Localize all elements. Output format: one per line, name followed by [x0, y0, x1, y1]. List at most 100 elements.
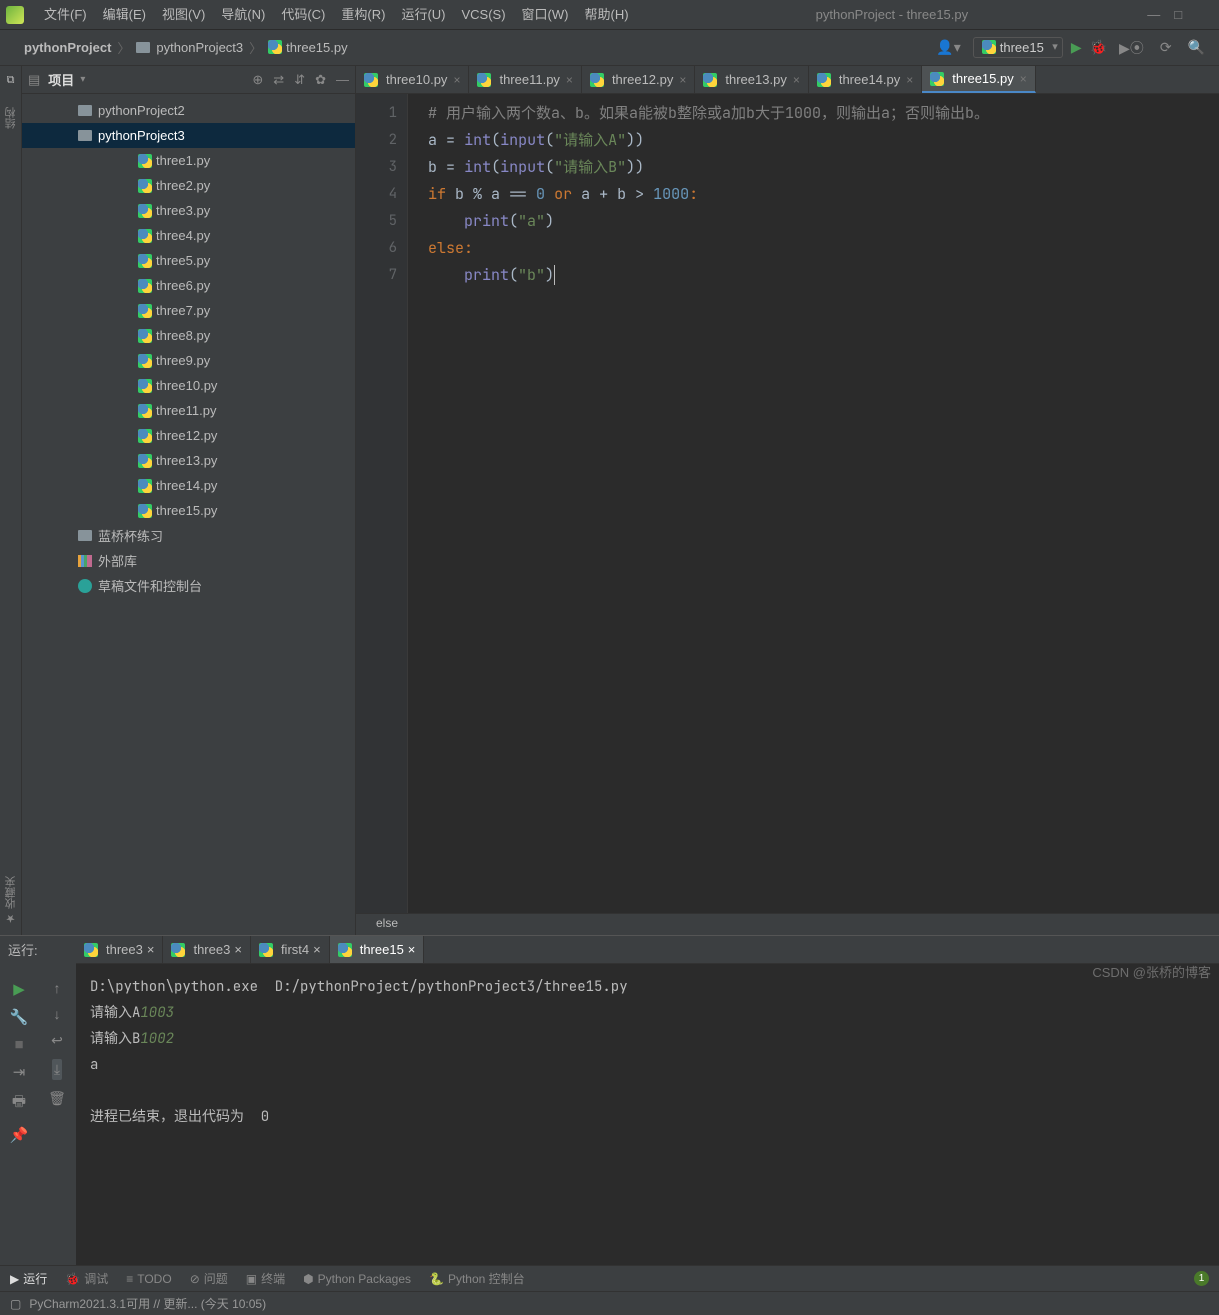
minimize-icon[interactable]: ―: [1147, 7, 1160, 23]
close-tab-icon[interactable]: ×: [904, 73, 913, 87]
maximize-icon[interactable]: □: [1174, 7, 1182, 23]
tree-file[interactable]: three12.py: [22, 423, 355, 448]
run-config-selector[interactable]: three15: [973, 37, 1063, 58]
tree-folder[interactable]: ›蓝桥杯练习: [22, 523, 355, 548]
tree-file[interactable]: three9.py: [22, 348, 355, 373]
crumb-project[interactable]: pythonProject: [20, 40, 115, 55]
project-tool-icon[interactable]: ⧉: [7, 74, 15, 87]
menu-edit[interactable]: 编辑(E): [95, 0, 154, 30]
tree-file[interactable]: three15.py: [22, 498, 355, 523]
menu-navigate[interactable]: 导航(N): [213, 0, 273, 30]
close-tab-icon[interactable]: ×: [564, 73, 573, 87]
run-tab[interactable]: three3×: [163, 936, 250, 963]
bottom-todo-button[interactable]: ≡ TODO: [126, 1272, 171, 1286]
close-tab-icon[interactable]: ×: [147, 942, 155, 957]
settings-icon[interactable]: ✿: [315, 72, 326, 88]
pin-icon[interactable]: 📌: [10, 1126, 29, 1144]
project-tree[interactable]: ›pythonProject2 ⌄pythonProject3 three1.p…: [22, 94, 355, 935]
menu-file[interactable]: 文件(F): [36, 0, 95, 30]
run-console[interactable]: D:\python\python.exe D:/pythonProject/py…: [76, 964, 1219, 1265]
bottom-problems-button[interactable]: ⊘ 问题: [190, 1270, 228, 1287]
menu-code[interactable]: 代码(C): [273, 0, 333, 30]
chevron-down-icon[interactable]: ⌄: [22, 130, 78, 141]
expand-all-icon[interactable]: ⇄: [273, 72, 284, 88]
tree-file[interactable]: three14.py: [22, 473, 355, 498]
wrench-icon[interactable]: 🔧: [10, 1008, 29, 1026]
scroll-end-icon[interactable]: ⤓: [52, 1059, 62, 1080]
chevron-right-icon[interactable]: ›: [22, 105, 78, 116]
rerun-button[interactable]: ▶: [13, 980, 25, 998]
tree-file[interactable]: three8.py: [22, 323, 355, 348]
bottom-debug-button[interactable]: 🐞 调试: [65, 1270, 108, 1287]
close-tab-icon[interactable]: ×: [677, 73, 686, 87]
tree-file[interactable]: three13.py: [22, 448, 355, 473]
chevron-right-icon[interactable]: ›: [22, 555, 78, 566]
bottom-packages-button[interactable]: ⬢ Python Packages: [303, 1272, 411, 1286]
bottom-run-button[interactable]: ▶ 运行: [10, 1270, 47, 1287]
hide-tool-icon[interactable]: —: [336, 72, 349, 88]
debug-button[interactable]: 🐞: [1090, 39, 1107, 56]
code-editor[interactable]: # 用户输入两个数a、b。如果a能被b整除或a加b大于1000，则输出a；否则输…: [408, 94, 989, 913]
tree-file[interactable]: three6.py: [22, 273, 355, 298]
project-view-icon[interactable]: ▤: [28, 72, 40, 88]
clear-icon[interactable]: 🗑: [48, 1090, 66, 1107]
tree-file[interactable]: three11.py: [22, 398, 355, 423]
editor-tab[interactable]: three14.py×: [809, 66, 922, 93]
chevron-right-icon[interactable]: ›: [22, 530, 78, 541]
editor-tab[interactable]: three11.py×: [469, 66, 581, 93]
close-tab-icon[interactable]: ×: [408, 942, 416, 957]
close-tab-icon[interactable]: ×: [451, 73, 460, 87]
tree-file[interactable]: three5.py: [22, 248, 355, 273]
favorites-tool-button[interactable]: ★ 收藏夹: [3, 876, 19, 925]
vcs-user-icon[interactable]: 👤▾: [932, 39, 964, 56]
project-dropdown-icon[interactable]: ▾: [78, 74, 85, 85]
up-icon[interactable]: ↑: [54, 980, 61, 996]
tree-file[interactable]: three4.py: [22, 223, 355, 248]
tool-window-toggle-icon[interactable]: ▢: [10, 1297, 21, 1311]
status-message[interactable]: PyCharm2021.3.1可用 // 更新... (今天 10:05): [29, 1295, 266, 1312]
print-icon[interactable]: 🖶: [12, 1091, 26, 1116]
editor-tab[interactable]: three12.py×: [582, 66, 695, 93]
down-icon[interactable]: ↓: [54, 1006, 61, 1022]
menu-window[interactable]: 窗口(W): [514, 0, 577, 30]
tree-file[interactable]: three2.py: [22, 173, 355, 198]
editor-tab[interactable]: three13.py×: [695, 66, 808, 93]
run-button[interactable]: ▶: [1071, 39, 1082, 56]
menu-vcs[interactable]: VCS(S): [453, 0, 513, 30]
menu-run[interactable]: 运行(U): [393, 0, 453, 30]
tree-file[interactable]: three7.py: [22, 298, 355, 323]
breadcrumb-trail[interactable]: else: [356, 913, 1219, 935]
crumb-folder[interactable]: pythonProject3: [132, 40, 247, 55]
stop-button[interactable]: ⟳: [1156, 39, 1176, 56]
editor-tab[interactable]: three15.py×: [922, 66, 1035, 93]
close-tab-icon[interactable]: ×: [313, 942, 321, 957]
bottom-pyconsole-button[interactable]: 🐍 Python 控制台: [429, 1270, 525, 1287]
close-tab-icon[interactable]: ×: [234, 942, 242, 957]
soft-wrap-icon[interactable]: ↩: [51, 1032, 63, 1049]
line-gutter[interactable]: 1234567: [356, 94, 408, 913]
run-coverage-button[interactable]: ▶⦿: [1115, 38, 1148, 58]
search-everywhere-icon[interactable]: 🔍: [1184, 39, 1209, 56]
collapse-all-icon[interactable]: ⇵: [294, 72, 305, 88]
tree-scratches[interactable]: ›草稿文件和控制台: [22, 573, 355, 598]
locate-file-icon[interactable]: ⊕: [252, 72, 263, 88]
bottom-terminal-button[interactable]: ▣ 终端: [246, 1270, 285, 1287]
close-tab-icon[interactable]: ×: [791, 73, 800, 87]
editor-tab[interactable]: three10.py×: [356, 66, 469, 93]
run-tab[interactable]: first4×: [251, 936, 330, 963]
run-tab[interactable]: three3×: [76, 936, 163, 963]
event-log-icon[interactable]: 1: [1194, 1271, 1209, 1286]
crumb-file[interactable]: three15.py: [264, 40, 351, 55]
structure-tool-button[interactable]: 结构: [3, 107, 19, 129]
tree-file[interactable]: three10.py: [22, 373, 355, 398]
tree-folder-selected[interactable]: ⌄pythonProject3: [22, 123, 355, 148]
menu-refactor[interactable]: 重构(R): [333, 0, 393, 30]
run-tab[interactable]: three15×: [330, 936, 425, 963]
tree-folder[interactable]: ›pythonProject2: [22, 98, 355, 123]
tree-external-libs[interactable]: ›外部库: [22, 548, 355, 573]
exit-icon[interactable]: ⇥: [13, 1063, 26, 1081]
tree-file[interactable]: three1.py: [22, 148, 355, 173]
menu-view[interactable]: 视图(V): [154, 0, 213, 30]
menu-help[interactable]: 帮助(H): [576, 0, 636, 30]
tree-file[interactable]: three3.py: [22, 198, 355, 223]
